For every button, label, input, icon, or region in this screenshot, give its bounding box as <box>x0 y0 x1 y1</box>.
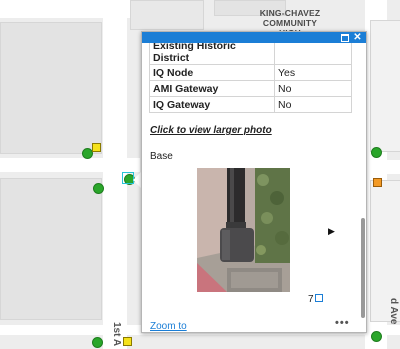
close-icon[interactable]: ✕ <box>352 32 363 43</box>
green-marker[interactable] <box>93 183 104 194</box>
street-label-right: d Ave <box>388 298 399 325</box>
green-marker[interactable] <box>371 331 382 342</box>
media-count: 7 <box>308 294 323 305</box>
building <box>0 22 102 154</box>
next-photo-icon[interactable]: ▶ <box>328 226 335 237</box>
maximize-icon[interactable] <box>339 32 350 43</box>
attribute-value: No <box>274 80 352 97</box>
table-row: IQ Gateway No <box>149 96 352 113</box>
orange-marker[interactable] <box>373 178 382 187</box>
road-horizontal-mid-right <box>366 160 400 174</box>
zoom-to-link[interactable]: Zoom to <box>150 321 187 332</box>
scrollbar-thumb[interactable] <box>361 218 365 318</box>
road-horizontal-mid <box>0 158 140 172</box>
popup-scrollbar[interactable] <box>361 78 365 318</box>
more-actions-icon[interactable]: ••• <box>335 317 350 329</box>
popup-header: ✕ <box>142 32 366 43</box>
yellow-marker[interactable] <box>92 143 101 152</box>
popup-content[interactable]: Existing Historic District IQ Node Yes A… <box>142 43 366 332</box>
attribute-key: Existing Historic District <box>149 43 275 65</box>
attribute-value: No <box>274 96 352 113</box>
gallery-icon[interactable] <box>314 294 323 302</box>
road-horizontal-top <box>0 0 140 18</box>
building <box>370 20 400 152</box>
attribute-value <box>274 43 352 65</box>
media-title: Base <box>150 151 173 162</box>
building <box>130 0 204 30</box>
table-row: IQ Node Yes <box>149 64 352 81</box>
attribute-key: IQ Gateway <box>149 96 275 113</box>
photo-image <box>197 168 290 292</box>
attribute-table: Existing Historic District IQ Node Yes A… <box>149 43 352 113</box>
community-label-line: COMMUNITY <box>262 18 318 28</box>
attribute-key: IQ Node <box>149 64 275 81</box>
attribute-key: AMI Gateway <box>149 80 275 97</box>
street-label-left: 1st A <box>111 322 122 347</box>
base-photo[interactable] <box>197 168 290 292</box>
feature-popup: ✕ Existing Historic District IQ Node Yes… <box>141 31 367 333</box>
table-row: Existing Historic District <box>149 43 352 65</box>
green-marker[interactable] <box>92 337 103 348</box>
attribute-value: Yes <box>274 64 352 81</box>
green-marker[interactable] <box>371 147 382 158</box>
table-row: AMI Gateway No <box>149 80 352 97</box>
building <box>0 178 102 320</box>
yellow-marker[interactable] <box>123 337 132 346</box>
media-count-number: 7 <box>308 294 314 305</box>
view-larger-photo-link[interactable]: Click to view larger photo <box>150 125 272 136</box>
community-label-line: KING-CHAVEZ <box>259 8 321 18</box>
